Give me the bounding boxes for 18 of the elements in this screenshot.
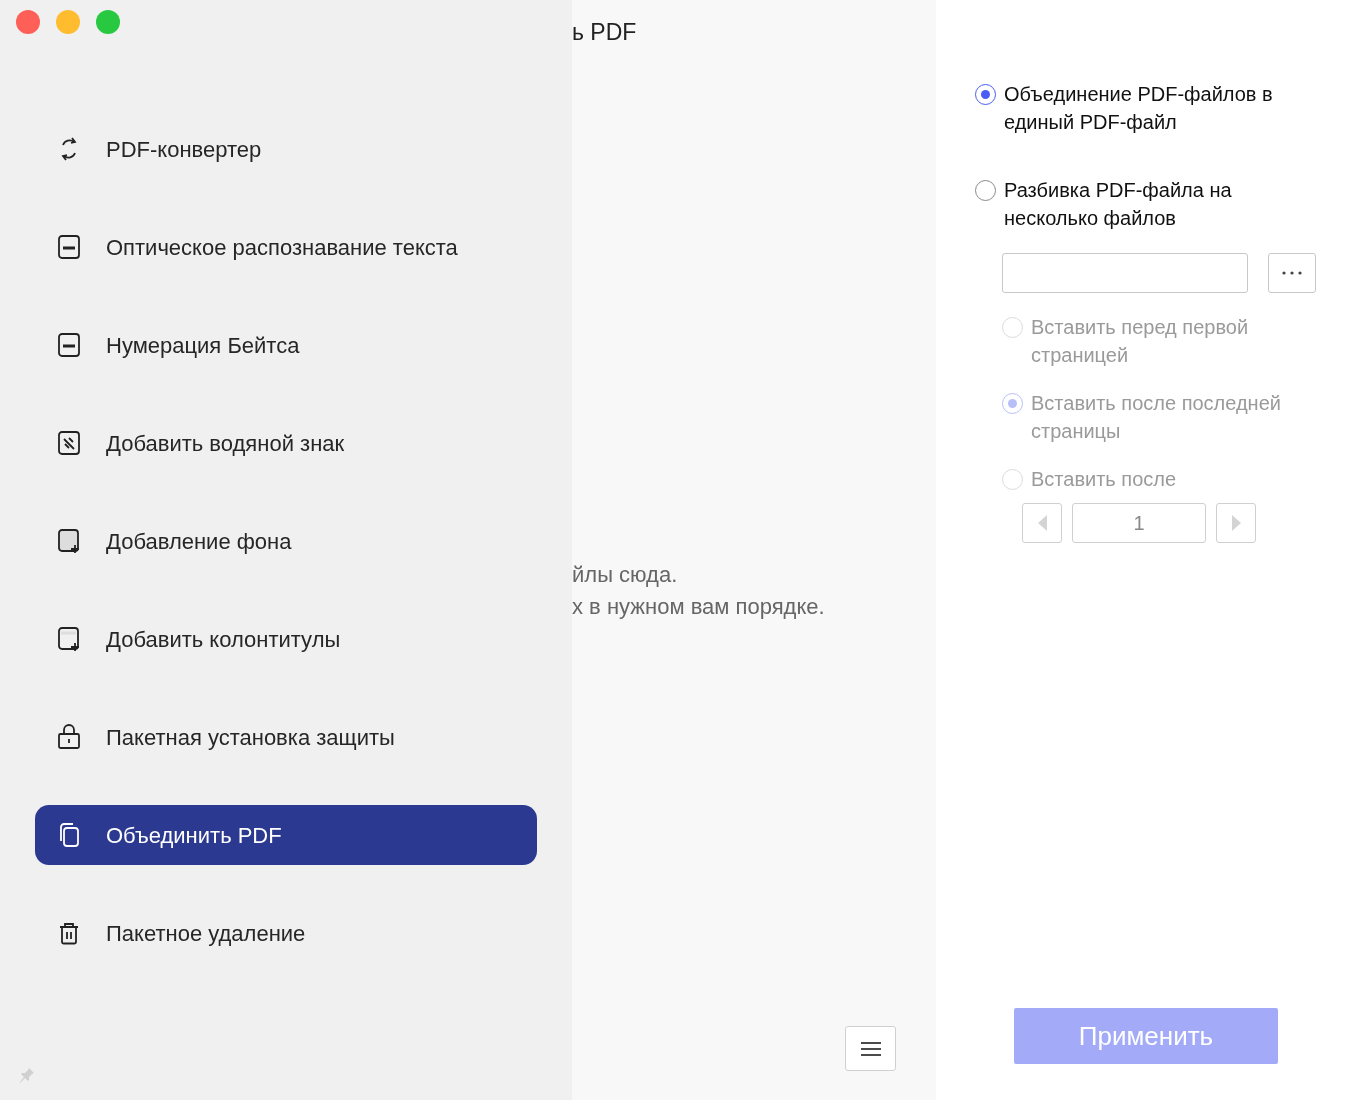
sidebar-item[interactable]: Нумерация Бейтса xyxy=(35,315,537,375)
drop-hint: йлы сюда. xyxy=(572,561,679,589)
sidebar-item[interactable]: Оптическое распознавание текста xyxy=(35,217,537,277)
drop-hint: х в нужном вам порядке. xyxy=(572,593,826,621)
sidebar-item[interactable]: PDF-конвертер xyxy=(35,119,537,179)
sidebar-item[interactable]: Добавить водяной знак xyxy=(35,413,537,473)
panel-title: ь PDF xyxy=(572,18,638,47)
option-label: Вставить после xyxy=(1031,467,1178,492)
sidebar-item[interactable]: Объединить PDF xyxy=(35,805,537,865)
option-label: Объединение PDF-файлов в единый PDF-файл xyxy=(1004,82,1274,135)
sidebar-item[interactable]: Пакетная установка защиты xyxy=(35,707,537,767)
sidebar-item[interactable]: Добавление фона xyxy=(35,511,537,571)
option-label: Вставить после последней страницы xyxy=(1031,391,1282,444)
page-number-field[interactable]: 1 xyxy=(1072,503,1206,543)
option-label: Разбивка PDF-файла на несколько файлов xyxy=(1004,178,1233,231)
option-label: Вставить перед первой страницей xyxy=(1031,315,1250,368)
sidebar-item[interactable]: Пакетное удаление xyxy=(35,903,537,963)
sidebar-item[interactable]: Добавить колонтитулы xyxy=(35,609,537,669)
